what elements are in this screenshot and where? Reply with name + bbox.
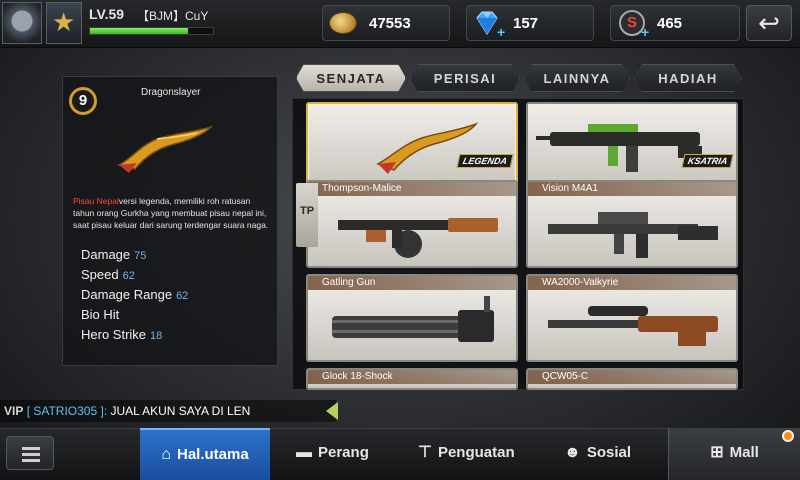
weapon-level-badge: 9 [69,87,97,115]
nav-battle-label: Perang [318,444,369,461]
diamond-currency[interactable]: + 157 [466,5,594,41]
s-points-currency[interactable]: S + 465 [610,5,740,41]
stat-label: Damage [81,247,131,262]
mall-notification-dot [782,430,794,442]
stat-damage-range: Damage Range 62 [81,287,188,307]
ksatria-badge: KSATRIA [681,154,734,168]
nav-upgrade[interactable]: ⊤ Penguatan [418,428,515,480]
stat-damage: Damage 75 [81,247,188,267]
xp-bar-fill [90,28,189,34]
xp-bar [89,27,214,35]
weapon-card-thompson-malice[interactable]: Thompson-Malice [306,180,518,268]
nav-mall[interactable]: ⊞ Mall [668,428,800,480]
nav-battle[interactable]: ▬ Perang [296,428,369,480]
wa2000-image [548,306,718,346]
dragonslayer-image [376,122,479,174]
chat-message: JUAL AKUN SAYA DI LEN [110,404,251,418]
tab-perisai[interactable]: PERISAI [410,64,520,92]
nav-mall-label: Mall [729,444,759,461]
player-avatar[interactable] [2,2,42,44]
player-name: 【BJM】CuY [137,9,209,23]
player-level: LV.59 [89,6,125,22]
top-bar: ★ LV.59 【BJM】CuY 47553 + 157 S + 465 ↩ [0,0,800,48]
tab-hadiah[interactable]: HADIAH [634,64,742,92]
gold-currency[interactable]: 47553 [322,5,450,41]
add-s-points-icon[interactable]: + [641,24,649,40]
tab-lainnya[interactable]: LAINNYA [524,64,630,92]
stat-value: 75 [134,250,147,262]
rank-badge[interactable]: ★ [46,2,82,44]
stat-label: Speed [81,267,119,282]
weapon-card-gatling-gun[interactable]: Gatling Gun [306,274,518,362]
weapon-stats: Damage 75 Speed 62 Damage Range 62 Bio Hit … [81,247,188,347]
menu-icon-line [22,447,40,450]
hammer-icon: ⊤ [418,444,432,461]
cart-icon: ⊞ [710,444,724,461]
stat-hero-strike: Hero Strike 18 [81,327,188,347]
pistol-icon: ▬ [296,444,312,461]
stat-bio-hit: Bio Hit [81,307,188,327]
chat-ticker[interactable]: VIP [ SATRIO305 ]: JUAL AKUN SAYA DI LEN [0,400,336,422]
menu-icon-line [22,453,40,456]
stat-value: 62 [122,270,135,282]
rifle-image [536,124,702,172]
dragonslayer-knife-image [116,125,214,173]
nav-home[interactable]: ⌂ Hal.utama [140,428,270,480]
stat-speed: Speed 62 [81,267,188,287]
nav-social[interactable]: ☻ Sosial [564,428,631,480]
back-button[interactable]: ↩ [746,5,792,41]
gold-amount: 47553 [369,15,411,32]
nav-upgrade-label: Penguatan [437,444,515,461]
star-icon: ★ [52,7,76,37]
weapon-card-title: QCW05-C [528,370,736,384]
menu-button[interactable] [6,436,54,470]
tp-side-tab[interactable]: TP [296,183,318,247]
legenda-badge: LEGENDA [456,154,514,168]
home-icon: ⌂ [161,446,171,463]
weapon-description: Pisau Nepalversi legenda, memiliki roh r… [73,195,273,231]
stat-label: Bio Hit [81,307,120,322]
weapon-card-qcw05-c[interactable]: QCW05-C [526,368,738,390]
gatling-image [332,296,494,342]
stat-label: Hero Strike [81,327,147,342]
weapon-card-ksatria-rifle[interactable]: KSATRIA [526,102,738,190]
weapon-detail-panel: 9 Dragonslayer Pisau Nepalversi legenda,… [62,76,278,366]
tab-senjata[interactable]: SENJATA [296,64,406,92]
menu-icon-line [22,459,40,462]
vip-label: VIP [4,404,24,418]
m4a1-image [548,212,718,258]
weapon-card-glock-18-shock[interactable]: Glock 18-Shock [306,368,518,390]
weapon-name: Dragonslayer [141,87,201,98]
stat-value: 62 [176,290,189,302]
thompson-image [338,218,498,258]
diamond-amount: 157 [513,15,539,32]
weapon-card-vision-m4a1[interactable]: Vision M4A1 [526,180,738,268]
tp-label: TP [299,205,315,217]
weapon-card-title: Glock 18-Shock [308,370,516,384]
back-arrow-icon: ↩ [758,8,780,38]
stat-label: Damage Range [81,287,173,302]
chat-username: [ SATRIO305 ]: [26,404,108,418]
add-diamond-icon[interactable]: + [497,24,505,40]
weapon-card-wa2000-valkyrie[interactable]: WA2000-Valkyrie [526,274,738,362]
weapon-description-highlight: Pisau Nepal [73,196,119,206]
s-points-amount: 465 [657,15,683,32]
stat-value: 18 [150,330,163,342]
nav-social-label: Sosial [586,444,632,461]
people-icon: ☻ [564,444,581,461]
gold-coin-icon [329,12,357,34]
weapon-card-dragonslayer[interactable]: LEGENDA [306,102,518,190]
nav-home-label: Hal.utama [176,446,249,463]
